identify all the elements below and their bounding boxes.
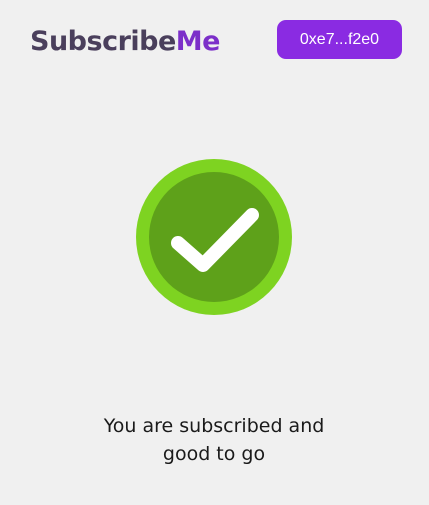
logo-text-me: Me	[175, 26, 221, 57]
wallet-address-button[interactable]: 0xe7...f2e0	[277, 20, 402, 59]
app-logo[interactable]: SubscribeMe	[30, 23, 220, 61]
check-circle-inner	[149, 172, 279, 302]
app-header: SubscribeMe 0xe7...f2e0	[0, 0, 429, 84]
status-message-line1: You are subscribed and	[103, 415, 325, 437]
logo-text-subscribe: Subscribe	[30, 26, 176, 57]
check-circle-icon	[135, 158, 293, 316]
status-message: You are subscribed and good to go	[64, 412, 364, 468]
status-message-line2: good to go	[162, 443, 266, 465]
check-circle-svg	[136, 159, 292, 315]
